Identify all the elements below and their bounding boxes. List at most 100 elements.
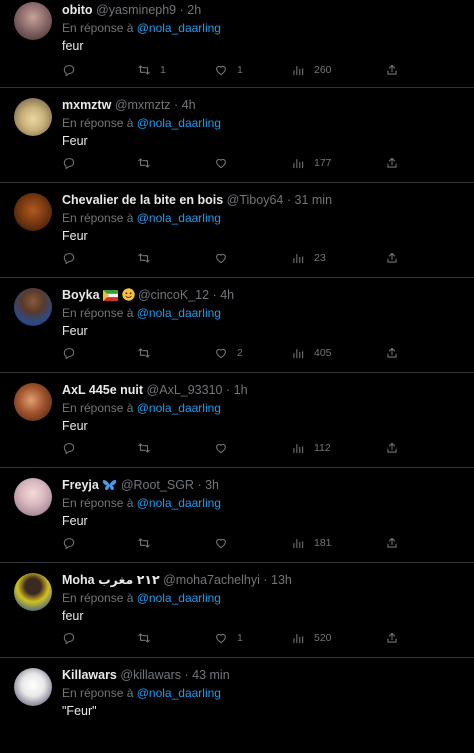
avatar[interactable]	[14, 193, 52, 231]
share-button[interactable]	[385, 156, 399, 170]
retweet-button[interactable]	[137, 536, 160, 550]
display-name[interactable]: Killawars	[62, 668, 117, 682]
tweet-text: Feur	[62, 514, 88, 528]
avatar[interactable]	[14, 383, 52, 421]
tweet[interactable]: AxL 445e nuit @AxL_93310 · 1h En réponse…	[0, 373, 474, 468]
timestamp[interactable]: 4h	[220, 288, 234, 302]
like-button[interactable]	[214, 536, 237, 550]
like-button[interactable]: 1	[214, 63, 243, 77]
handle[interactable]: @yasmineph9	[96, 3, 176, 17]
tweet[interactable]: Boyka @cincoK_12 · 4h En réponse à @nola…	[0, 278, 474, 373]
retweet-button[interactable]	[137, 631, 160, 645]
display-name[interactable]: Moha ٢١٢ مغرب	[62, 573, 160, 587]
mention-link[interactable]: @nola_daarling	[137, 116, 221, 130]
handle[interactable]: @moha7achelhyi	[163, 573, 260, 587]
timestamp[interactable]: 43 min	[192, 668, 230, 682]
avatar[interactable]	[14, 478, 52, 516]
share-button[interactable]	[385, 63, 399, 77]
like-count: 1	[237, 632, 243, 644]
retweet-icon	[138, 158, 150, 168]
mention-link[interactable]: @nola_daarling	[137, 211, 221, 225]
like-button[interactable]	[214, 156, 237, 170]
tweet[interactable]: Freyja @Root_SGR · 3h En réponse à @nola…	[0, 468, 474, 563]
display-name[interactable]: AxL 445e nuit	[62, 383, 143, 397]
tweet-text: Feur	[62, 134, 88, 148]
mention-link[interactable]: @nola_daarling	[137, 21, 221, 35]
views-button[interactable]: 181	[291, 536, 332, 550]
handle[interactable]: @AxL_93310	[147, 383, 223, 397]
share-button[interactable]	[385, 536, 399, 550]
reply-button[interactable]	[62, 251, 85, 265]
reply-icon	[63, 633, 75, 645]
display-name[interactable]: Boyka	[62, 288, 100, 302]
handle[interactable]: @cincoK_12	[138, 288, 209, 302]
avatar[interactable]	[14, 288, 52, 326]
retweet-button[interactable]	[137, 251, 160, 265]
avatar[interactable]	[14, 2, 52, 40]
timestamp[interactable]: 3h	[205, 478, 219, 492]
views-button[interactable]: 260	[291, 63, 332, 77]
mention-link[interactable]: @nola_daarling	[137, 686, 221, 700]
action-bar: 1 1 260	[0, 63, 474, 79]
action-bar: 1 520	[0, 631, 474, 647]
tweet[interactable]: mxmztw @mxmztz · 4h En réponse à @nola_d…	[0, 88, 474, 183]
share-icon	[387, 252, 397, 263]
analytics-icon	[293, 65, 304, 76]
tweet[interactable]: Killawars @killawars · 43 min En réponse…	[0, 658, 474, 753]
reply-button[interactable]	[62, 346, 85, 360]
reply-button[interactable]	[62, 441, 85, 455]
retweet-button[interactable]: 1	[137, 63, 166, 77]
like-button[interactable]	[214, 441, 237, 455]
display-name[interactable]: Chevalier de la bite en bois	[62, 193, 223, 207]
mention-link[interactable]: @nola_daarling	[137, 401, 221, 415]
share-icon	[387, 632, 397, 643]
reply-icon	[63, 65, 75, 77]
reply-context: En réponse à @nola_daarling	[62, 211, 464, 226]
timestamp[interactable]: 4h	[182, 98, 196, 112]
retweet-button[interactable]	[137, 156, 160, 170]
views-button[interactable]: 23	[291, 251, 326, 265]
timestamp[interactable]: 31 min	[295, 193, 333, 207]
reply-button[interactable]	[62, 156, 85, 170]
separator-dot: ·	[179, 3, 184, 17]
views-button[interactable]: 405	[291, 346, 332, 360]
retweet-button[interactable]	[137, 346, 160, 360]
display-name[interactable]: Freyja	[62, 478, 99, 492]
tweet[interactable]: obito @yasmineph9 · 2h En réponse à @nol…	[0, 0, 474, 88]
like-button[interactable]: 1	[214, 631, 243, 645]
avatar[interactable]	[14, 668, 52, 706]
reply-button[interactable]	[62, 536, 85, 550]
analytics-icon	[293, 443, 304, 454]
mention-link[interactable]: @nola_daarling	[137, 591, 221, 605]
reply-button[interactable]	[62, 631, 85, 645]
handle[interactable]: @killawars	[120, 668, 181, 682]
display-name[interactable]: obito	[62, 3, 93, 17]
separator-dot: ·	[174, 98, 179, 112]
views-button[interactable]: 177	[291, 156, 332, 170]
share-button[interactable]	[385, 346, 399, 360]
tweet[interactable]: Moha ٢١٢ مغرب @moha7achelhyi · 13h En ré…	[0, 563, 474, 658]
timestamp[interactable]: 2h	[187, 3, 201, 17]
retweet-icon	[138, 443, 150, 453]
reply-button[interactable]	[62, 63, 85, 77]
handle[interactable]: @mxmztz	[115, 98, 171, 112]
share-button[interactable]	[385, 441, 399, 455]
share-button[interactable]	[385, 631, 399, 645]
views-button[interactable]: 520	[291, 631, 332, 645]
share-button[interactable]	[385, 251, 399, 265]
like-button[interactable]	[214, 251, 237, 265]
handle[interactable]: @Root_SGR	[121, 478, 194, 492]
tweet[interactable]: Chevalier de la bite en bois @Tiboy64 · …	[0, 183, 474, 278]
mention-link[interactable]: @nola_daarling	[137, 306, 221, 320]
mention-link[interactable]: @nola_daarling	[137, 496, 221, 510]
like-button[interactable]: 2	[214, 346, 243, 360]
retweet-button[interactable]	[137, 441, 160, 455]
handle[interactable]: @Tiboy64	[227, 193, 284, 207]
views-button[interactable]: 112	[291, 441, 331, 455]
avatar[interactable]	[14, 573, 52, 611]
display-name[interactable]: mxmztw	[62, 98, 111, 112]
timestamp[interactable]: 13h	[271, 573, 292, 587]
timestamp[interactable]: 1h	[234, 383, 248, 397]
avatar[interactable]	[14, 98, 52, 136]
reply-prefix: En réponse à	[62, 401, 134, 415]
